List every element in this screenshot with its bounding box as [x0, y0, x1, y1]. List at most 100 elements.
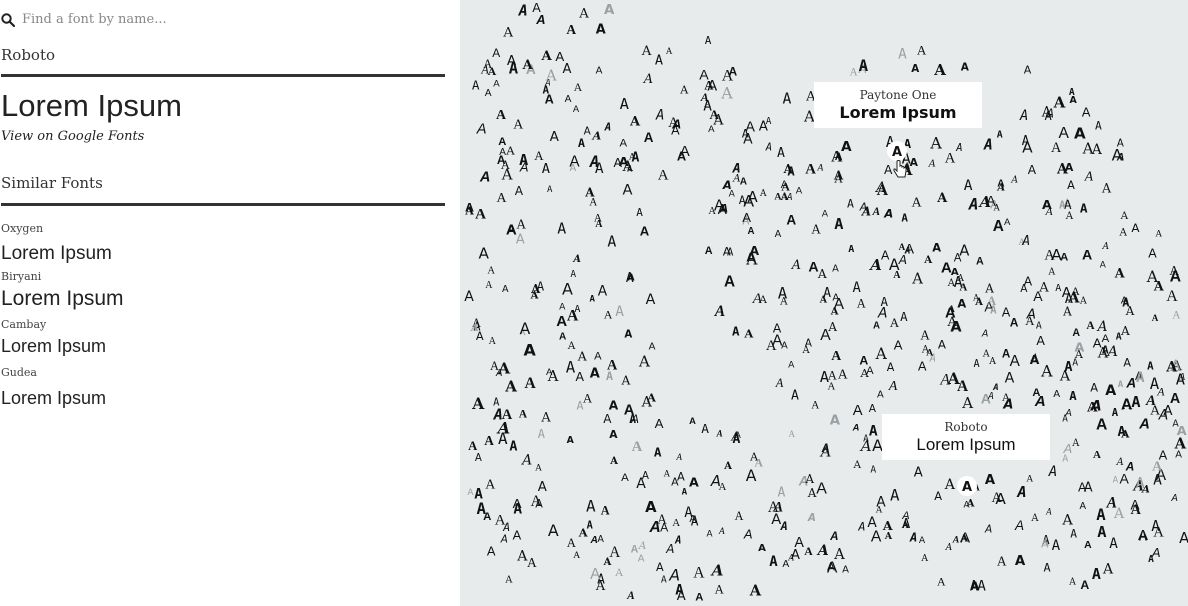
font-glyph[interactable]: A: [626, 590, 635, 602]
font-glyph[interactable]: A: [859, 354, 868, 368]
font-glyph[interactable]: A: [816, 480, 827, 497]
font-glyph[interactable]: A: [520, 453, 532, 469]
font-glyph[interactable]: A: [750, 244, 760, 258]
font-glyph[interactable]: A: [816, 543, 829, 559]
font-glyph[interactable]: A: [758, 543, 766, 554]
font-glyph[interactable]: A: [920, 328, 930, 343]
font-glyph[interactable]: A: [743, 327, 754, 341]
font-glyph[interactable]: A: [788, 359, 795, 370]
font-glyph[interactable]: A: [807, 486, 817, 500]
font-glyph[interactable]: A: [830, 414, 841, 429]
font-glyph[interactable]: A: [1074, 348, 1084, 361]
font-glyph[interactable]: A: [976, 256, 984, 268]
font-glyph[interactable]: A: [1097, 523, 1107, 541]
font-glyph[interactable]: A: [493, 397, 500, 409]
font-glyph[interactable]: A: [513, 502, 522, 518]
font-glyph[interactable]: A: [918, 359, 927, 374]
font-glyph[interactable]: A: [775, 229, 782, 240]
font-glyph[interactable]: A: [1155, 228, 1162, 239]
font-glyph[interactable]: A: [748, 226, 755, 237]
font-glyph[interactable]: A: [1070, 527, 1077, 540]
font-glyph[interactable]: A: [857, 519, 865, 533]
font-glyph[interactable]: A: [1025, 314, 1035, 328]
font-glyph[interactable]: A: [766, 338, 777, 354]
font-glyph[interactable]: A: [997, 129, 1003, 140]
font-glyph[interactable]: A: [520, 320, 531, 338]
font-glyph[interactable]: A: [722, 178, 732, 192]
font-glyph[interactable]: A: [1044, 560, 1051, 574]
font-glyph[interactable]: A: [643, 72, 653, 87]
font-glyph[interactable]: A: [1048, 464, 1058, 480]
font-glyph[interactable]: A: [679, 83, 689, 96]
font-glyph[interactable]: A: [543, 84, 550, 97]
font-glyph[interactable]: A: [479, 169, 491, 185]
font-glyph[interactable]: A: [705, 34, 712, 47]
font-glyph[interactable]: A: [672, 517, 680, 529]
font-glyph[interactable]: A: [911, 271, 923, 288]
similar-font-preview[interactable]: Lorem Ipsum: [1, 388, 106, 409]
font-glyph[interactable]: A: [778, 485, 786, 500]
search-bar[interactable]: [0, 9, 445, 31]
font-glyph[interactable]: A: [530, 291, 539, 302]
font-glyph[interactable]: A: [1117, 138, 1125, 150]
font-glyph[interactable]: A: [1096, 319, 1108, 335]
font-glyph[interactable]: A: [959, 243, 969, 260]
font-glyph[interactable]: A: [590, 367, 600, 382]
font-glyph[interactable]: A: [621, 373, 631, 387]
font-glyph[interactable]: A: [1024, 63, 1032, 76]
font-glyph[interactable]: A: [570, 163, 577, 174]
font-glyph[interactable]: A: [804, 545, 813, 558]
font-glyph[interactable]: A: [1036, 333, 1045, 348]
font-glyph[interactable]: A: [838, 367, 848, 382]
font-glyph[interactable]: A: [584, 126, 592, 138]
font-glyph[interactable]: A: [674, 534, 681, 546]
font-glyph[interactable]: A: [578, 136, 585, 150]
font-glyph[interactable]: A: [1048, 266, 1056, 277]
font-glyph[interactable]: A: [1051, 140, 1062, 156]
font-glyph[interactable]: A: [974, 359, 980, 370]
font-glyph[interactable]: A: [929, 133, 942, 152]
similar-font-preview[interactable]: Lorem Ipsum: [1, 336, 106, 357]
font-glyph[interactable]: A: [755, 456, 764, 469]
font-glyph[interactable]: A: [964, 177, 973, 194]
font-glyph[interactable]: A: [901, 212, 908, 225]
font-glyph[interactable]: A: [1151, 518, 1160, 535]
font-glyph[interactable]: A: [641, 44, 652, 59]
font-glyph[interactable]: A: [1080, 578, 1089, 592]
font-glyph[interactable]: A: [1082, 247, 1092, 263]
font-glyph[interactable]: A: [959, 281, 967, 293]
font-glyph[interactable]: A: [516, 217, 526, 232]
font-glyph[interactable]: A: [477, 499, 487, 518]
font-glyph[interactable]: A: [968, 195, 979, 214]
font-glyph[interactable]: A: [1045, 507, 1052, 517]
font-glyph[interactable]: A: [596, 66, 603, 77]
font-glyph[interactable]: A: [1170, 269, 1182, 286]
font-glyph[interactable]: A: [1152, 460, 1162, 475]
font-glyph[interactable]: A: [563, 62, 572, 77]
font-glyph[interactable]: A: [1059, 368, 1071, 384]
font-glyph[interactable]: A: [952, 534, 960, 545]
font-glyph[interactable]: A: [791, 548, 800, 563]
font-glyph[interactable]: A: [570, 269, 576, 280]
font-glyph[interactable]: A: [735, 430, 742, 440]
font-glyph[interactable]: A: [936, 191, 948, 206]
font-glyph[interactable]: A: [623, 181, 633, 198]
font-glyph[interactable]: A: [787, 164, 795, 178]
font-glyph[interactable]: A: [823, 286, 831, 301]
font-glyph[interactable]: A: [559, 301, 566, 312]
font-map[interactable]: A A A A A A A A A A A A A A A A A A A A A A A A A A A A A A A A A A A A A A A A…: [460, 0, 1188, 606]
font-glyph[interactable]: A: [765, 142, 772, 154]
font-glyph[interactable]: A: [984, 523, 992, 535]
font-glyph[interactable]: A: [884, 531, 893, 542]
font-glyph[interactable]: A: [1165, 359, 1178, 375]
font-glyph[interactable]: A: [1070, 95, 1078, 106]
font-glyph[interactable]: A: [655, 416, 664, 431]
font-glyph[interactable]: A: [1101, 181, 1112, 196]
font-glyph[interactable]: A: [680, 143, 690, 160]
font-glyph[interactable]: A: [500, 534, 508, 546]
font-glyph[interactable]: A: [598, 284, 608, 300]
font-glyph[interactable]: A: [655, 107, 665, 123]
font-glyph[interactable]: A: [586, 496, 596, 515]
font-glyph[interactable]: A: [774, 192, 781, 203]
font-glyph[interactable]: A: [710, 562, 724, 580]
